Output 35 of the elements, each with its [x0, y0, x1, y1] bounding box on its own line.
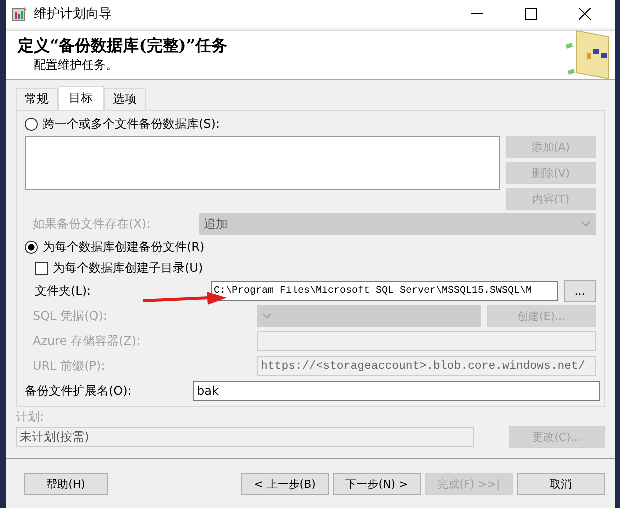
checkbox[interactable] [35, 262, 48, 274]
field-label: Azure 存储容器(Z): [33, 332, 142, 350]
radio-button[interactable] [25, 240, 38, 254]
footer-button[interactable]: 下一步(N) > [333, 473, 421, 495]
tab[interactable]: 目标 [58, 86, 104, 110]
maximize-icon[interactable] [525, 8, 537, 20]
browse-button[interactable]: ... [564, 280, 596, 302]
tab[interactable]: 常规 [16, 88, 58, 110]
radio-button[interactable] [25, 118, 38, 130]
window-title: 维护计划向导 [34, 6, 112, 23]
field-label: SQL 凭据(Q): [33, 308, 108, 324]
footer-button[interactable]: 取消 [517, 473, 605, 495]
close-icon[interactable] [579, 8, 591, 20]
chevron-icon [581, 221, 591, 227]
page-heading: 定义“备份数据库(完整)”任务 [18, 36, 228, 57]
wizard-drawing [565, 29, 611, 81]
tab[interactable]: 选项 [104, 88, 146, 110]
footer-button[interactable]: < 上一步(B) [241, 473, 329, 495]
extension-field[interactable]: bak [193, 381, 600, 401]
field-label: 如果备份文件存在(X): [33, 216, 152, 232]
app-icon [12, 6, 28, 22]
container-field[interactable] [257, 331, 596, 351]
radio-label: 跨一个或多个文件备份数据库(S): [43, 116, 220, 132]
schedule-field: 未计划(按需) [16, 427, 474, 447]
folder-field[interactable]: C:\Program Files\Microsoft SQL Server\MSSQL15.SWSQL\M [211, 281, 558, 301]
checkbox-label: 为每个数据库创建子目录(U) [53, 260, 204, 276]
field-label: URL 前缀(P): [33, 358, 106, 374]
field-label: 文件夹(L): [35, 282, 92, 300]
chevron-icon [262, 313, 272, 319]
file-list[interactable] [25, 136, 500, 190]
field-label: 备份文件扩展名(O): [25, 382, 133, 400]
page-subtitle: 配置维护任务。 [33, 57, 119, 74]
footer-button[interactable]: 帮助(H) [24, 473, 108, 495]
field-label: 计划: [16, 409, 46, 426]
radio-label: 为每个数据库创建备份文件(R) [43, 238, 205, 256]
